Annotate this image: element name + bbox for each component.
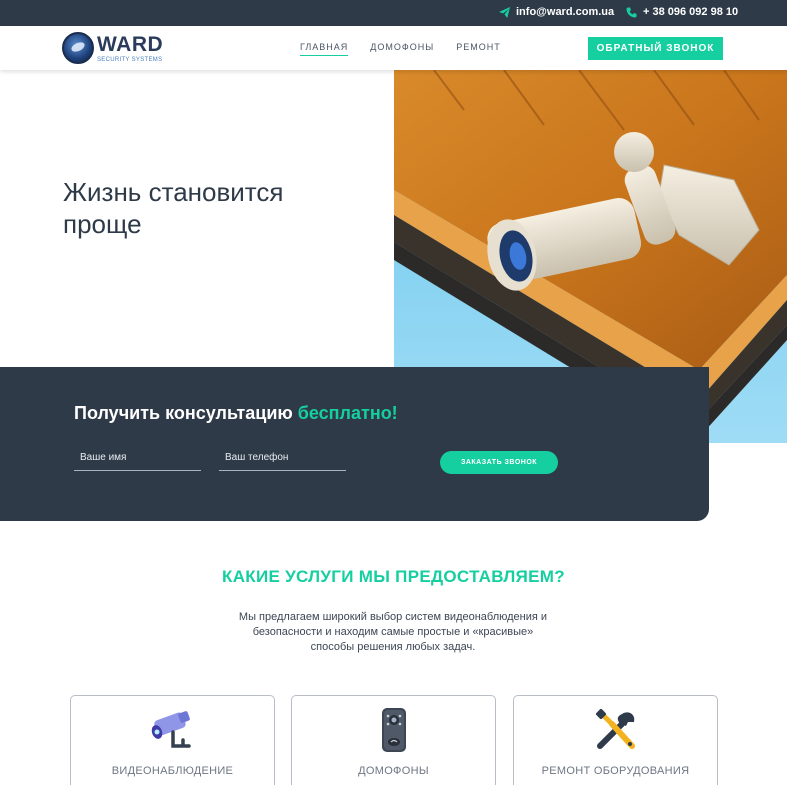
consultation-form-section: Получить консультацию бесплатно! ЗАКАЗАТ…	[0, 367, 709, 521]
intercom-icon	[381, 708, 406, 752]
cctv-camera-icon	[151, 711, 191, 748]
consultation-title: Получить консультацию бесплатно!	[74, 403, 398, 424]
order-call-button[interactable]: ЗАКАЗАТЬ ЗВОНОК	[440, 451, 558, 474]
topbar-phone[interactable]: + 38 096 092 98 10	[626, 6, 738, 18]
nav-link-repair[interactable]: РЕМОНТ	[456, 42, 501, 56]
ward-logo[interactable]: WARD SECURITY SYSTEMS	[62, 32, 163, 64]
ward-logo-icon	[62, 32, 94, 64]
name-field	[74, 447, 201, 471]
name-input[interactable]	[74, 447, 201, 468]
top-contact-bar: info@ward.com.ua + 38 096 092 98 10	[0, 0, 787, 26]
service-card-intercom[interactable]: ДОМОФОНЫ	[291, 695, 496, 785]
tools-icon	[595, 708, 635, 749]
logo-title: WARD	[97, 32, 164, 56]
callback-button[interactable]: ОБРАТНЫЙ ЗВОНОК	[588, 37, 723, 60]
nav-link-intercoms[interactable]: ДОМОФОНЫ	[370, 42, 434, 56]
main-navbar: WARD SECURITY SYSTEMS ГЛАВНАЯ ДОМОФОНЫ Р…	[0, 26, 787, 70]
service-card-repair[interactable]: РЕМОНТ ОБОРУДОВАНИЯ	[513, 695, 718, 785]
topbar-email-text[interactable]: info@ward.com.ua	[516, 6, 614, 18]
nav-links: ГЛАВНАЯ ДОМОФОНЫ РЕМОНТ	[300, 42, 501, 56]
topbar-email[interactable]: info@ward.com.ua	[499, 6, 614, 18]
phone-field	[219, 447, 346, 471]
consultation-title-accent: бесплатно!	[297, 403, 398, 423]
send-icon	[499, 6, 510, 18]
topbar-phone-text[interactable]: + 38 096 092 98 10	[643, 6, 738, 18]
consultation-title-main: Получить консультацию	[74, 403, 293, 423]
logo-subtitle: SECURITY SYSTEMS	[97, 56, 163, 63]
services-description: Мы предлагаем широкий выбор систем видео…	[238, 611, 548, 653]
service-card-cctv[interactable]: ВИДЕОНАБЛЮДЕНИЕ	[70, 695, 275, 785]
service-card-cctv-label: ВИДЕОНАБЛЮДЕНИЕ	[111, 765, 234, 777]
nav-link-home[interactable]: ГЛАВНАЯ	[300, 42, 349, 56]
service-card-intercom-label: ДОМОФОНЫ	[358, 765, 429, 777]
services-title: КАКИЕ УСЛУГИ МЫ ПРЕДОСТАВЛЯЕМ?	[222, 567, 565, 586]
phone-input[interactable]	[219, 447, 346, 468]
hero-title: Жизнь становится проще	[63, 177, 284, 239]
phone-icon	[626, 6, 637, 18]
service-card-repair-label: РЕМОНТ ОБОРУДОВАНИЯ	[541, 765, 690, 777]
